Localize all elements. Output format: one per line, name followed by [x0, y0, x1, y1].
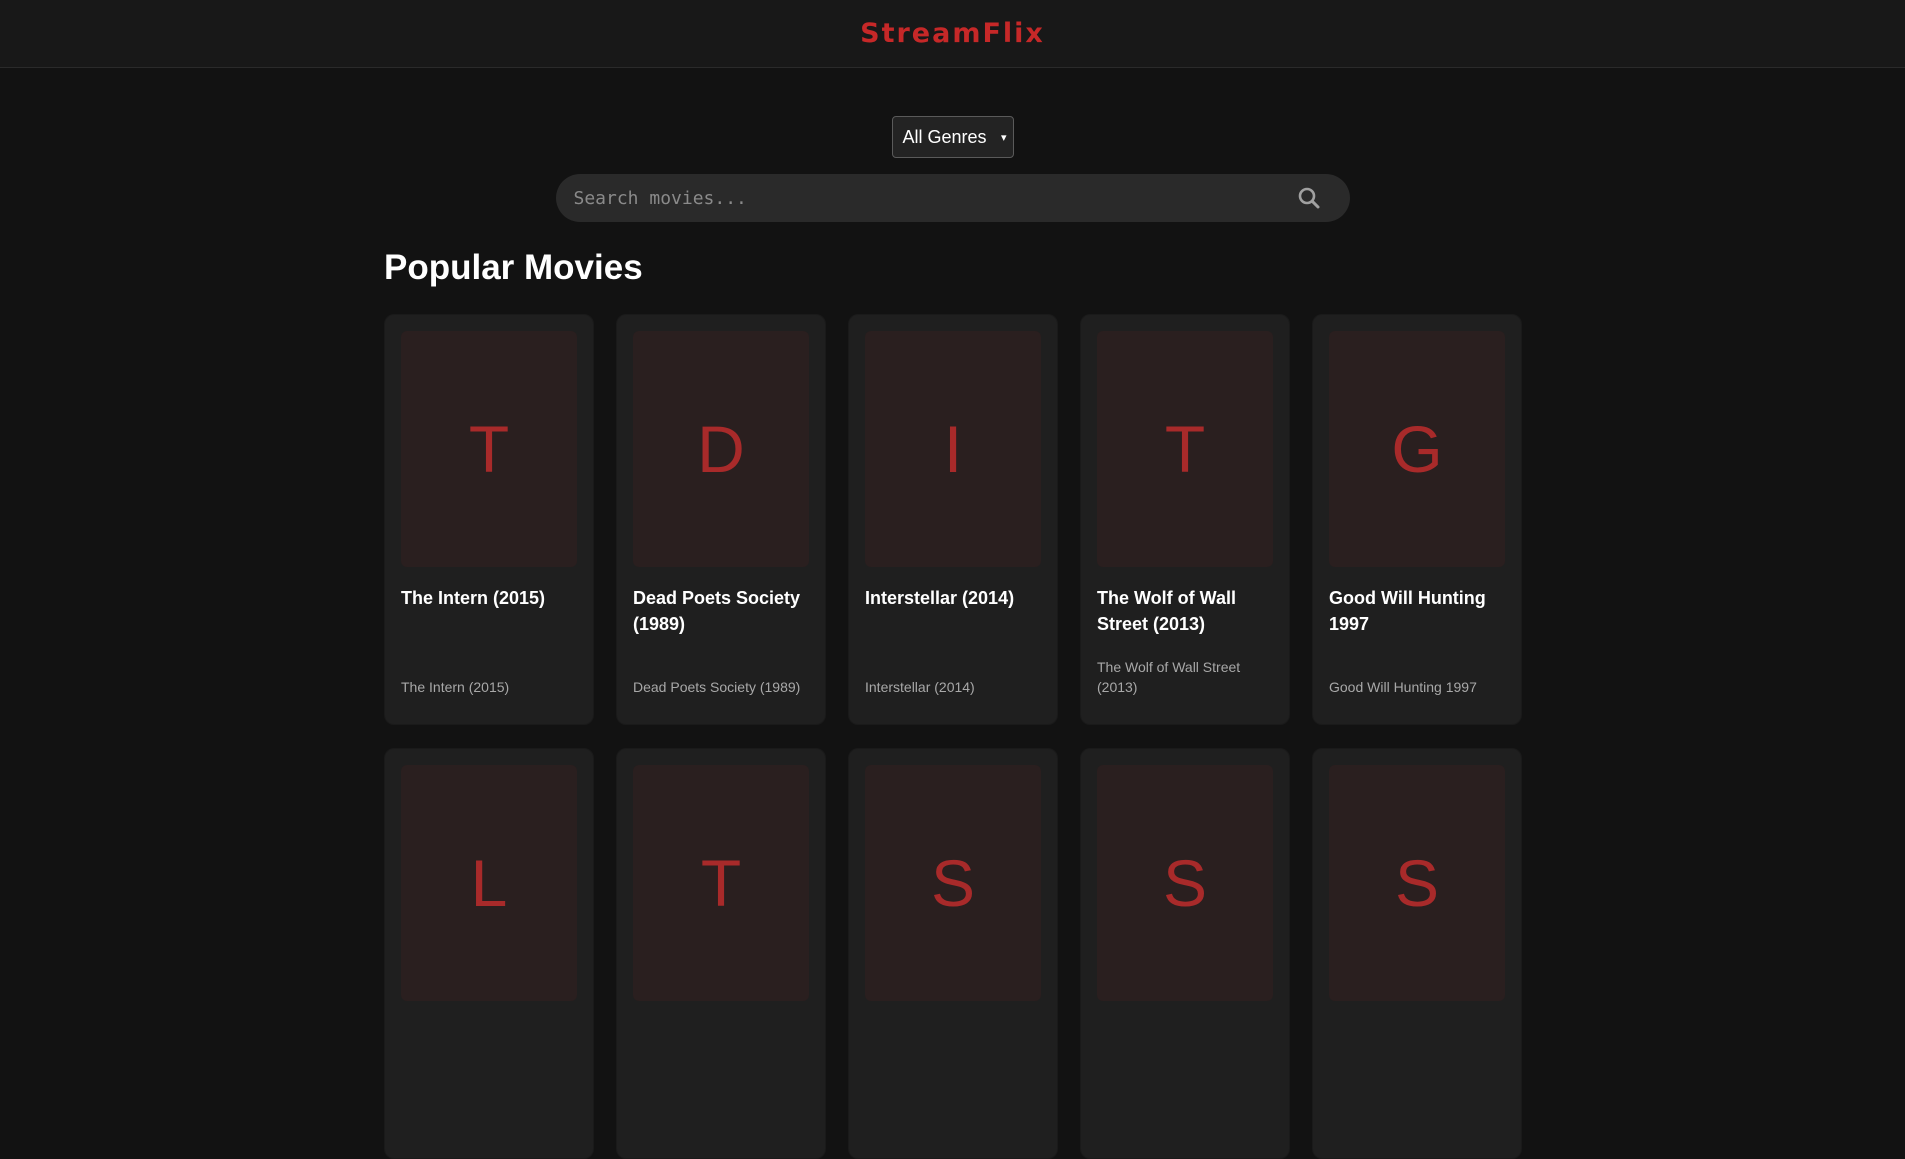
movie-card[interactable]: T The Wolf of Wall Street (2013) The Wol… [1080, 314, 1290, 725]
genre-select[interactable]: All Genres ▾ [891, 116, 1014, 158]
movie-card[interactable]: S [1312, 748, 1522, 1159]
movie-card[interactable]: I Interstellar (2014) Interstellar (2014… [848, 314, 1058, 725]
search-bar [555, 174, 1350, 222]
movie-subtitle [1329, 1091, 1505, 1131]
poster-initial: L [470, 846, 508, 920]
poster-initial: D [697, 412, 745, 486]
movie-title: Interstellar (2014) [865, 588, 1015, 608]
search-icon[interactable] [1296, 185, 1322, 211]
movie-card[interactable]: T The Intern (2015) The Intern (2015) [384, 314, 594, 725]
popular-movies-section: Popular Movies T The Intern (2015) The I… [384, 248, 1524, 1159]
movie-title [865, 1019, 1041, 1077]
movie-subtitle [1097, 1091, 1273, 1131]
movie-title [1329, 1019, 1505, 1077]
movie-poster: T [401, 331, 577, 567]
section-title: Popular Movies [384, 248, 643, 287]
poster-initial: S [930, 846, 976, 920]
app-logo[interactable]: StreamFlix [860, 18, 1045, 49]
movie-poster: L [401, 765, 577, 1001]
movie-card[interactable]: G Good Will Hunting 1997 Good Will Hunti… [1312, 314, 1522, 725]
movie-title [1097, 1019, 1273, 1077]
movie-subtitle [633, 1091, 809, 1131]
movie-card[interactable]: S [1080, 748, 1290, 1159]
movie-card[interactable]: L [384, 748, 594, 1159]
movie-subtitle-text: Interstellar (2014) [865, 679, 975, 695]
movie-card[interactable]: D Dead Poets Society (1989) Dead Poets S… [616, 314, 826, 725]
movie-poster: S [1329, 765, 1505, 1001]
movie-title: The Wolf of Wall Street (2013) [1097, 588, 1236, 634]
movie-subtitle-text: Good Will Hunting 1997 [1329, 679, 1477, 695]
movie-subtitle [401, 1091, 577, 1131]
movie-subtitle-text: The Wolf of Wall Street (2013) [1097, 659, 1241, 695]
movie-card[interactable]: S [848, 748, 1058, 1159]
movie-poster: D [633, 331, 809, 567]
poster-initial: T [700, 846, 742, 920]
poster-initial: S [1162, 846, 1208, 920]
movie-grid: T The Intern (2015) The Intern (2015) D … [384, 314, 1524, 1159]
movie-card[interactable]: T [616, 748, 826, 1159]
movie-poster: I [865, 331, 1041, 567]
movie-title: Good Will Hunting 1997 [1329, 588, 1486, 634]
movie-subtitle-text: The Intern (2015) [401, 679, 510, 695]
movie-subtitle: The Intern (2015) [401, 657, 577, 697]
search-input[interactable] [571, 186, 1296, 210]
movie-title: The Intern (2015) [401, 588, 546, 608]
movie-poster: T [1097, 331, 1273, 567]
movie-subtitle: Dead Poets Society (1989) [633, 657, 809, 697]
movie-poster: G [1329, 331, 1505, 567]
movie-title: Dead Poets Society (1989) [633, 588, 801, 634]
top-header: StreamFlix [0, 0, 1905, 68]
poster-initial: G [1391, 412, 1443, 486]
genre-select-value: All Genres [902, 126, 987, 147]
movie-poster: S [865, 765, 1041, 1001]
movie-subtitle: Good Will Hunting 1997 [1329, 657, 1505, 697]
poster-initial: I [943, 412, 963, 486]
filter-controls: All Genres ▾ [0, 116, 1905, 222]
movie-subtitle-text: Dead Poets Society (1989) [633, 679, 801, 695]
poster-initial: T [1164, 412, 1206, 486]
movie-title [401, 1019, 577, 1077]
movie-poster: S [1097, 765, 1273, 1001]
movie-title [633, 1019, 809, 1077]
chevron-down-icon: ▾ [1000, 131, 1007, 144]
movie-subtitle: Interstellar (2014) [865, 657, 1041, 697]
movie-poster: T [633, 765, 809, 1001]
poster-initial: T [468, 412, 510, 486]
movie-subtitle: The Wolf of Wall Street (2013) [1097, 657, 1273, 697]
poster-initial: S [1394, 846, 1440, 920]
movie-subtitle [865, 1091, 1041, 1131]
